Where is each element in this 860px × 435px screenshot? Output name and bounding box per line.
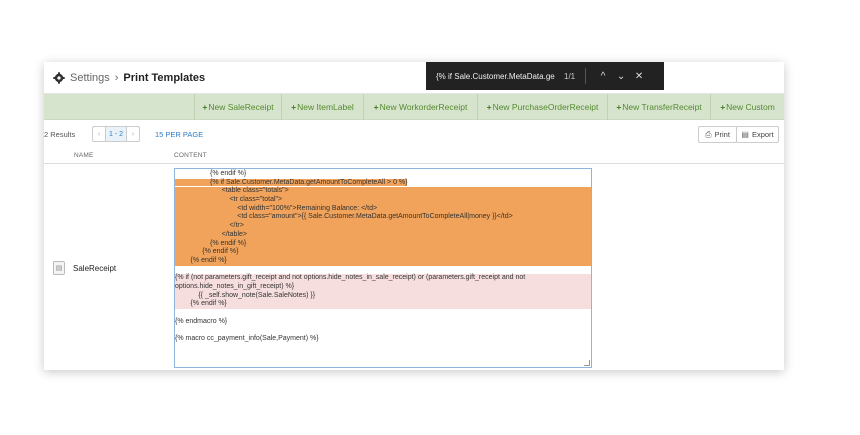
- plus-icon: +: [202, 102, 208, 112]
- editor-line: <td width="100%">Remaining Balance: </td…: [175, 204, 591, 214]
- table-header: NAME CONTENT: [44, 150, 784, 164]
- results-count: 2 Results: [44, 130, 76, 139]
- plus-icon: +: [720, 102, 726, 112]
- template-content-editor[interactable]: {% endif %} {% if Sale.Customer.MetaData…: [174, 168, 592, 368]
- plus-icon: +: [616, 102, 622, 112]
- editor-line: </table>: [175, 230, 591, 240]
- editor-line: {% if (not parameters.gift_receipt and n…: [175, 274, 591, 283]
- editor-line: {% endif %}: [175, 300, 591, 309]
- editor-line: <tr class="total">: [175, 196, 591, 205]
- chevron-down-icon[interactable]: ⌄: [612, 71, 630, 82]
- find-divider: [585, 68, 587, 84]
- printer-icon: ⎙: [705, 129, 712, 139]
- plus-icon: +: [291, 102, 297, 112]
- new-itemlabel-button[interactable]: + New ItemLabel: [281, 94, 363, 120]
- new-custom-button[interactable]: + New Custom: [710, 94, 784, 120]
- find-bar: {% if Sale.Customer.MetaData.ge 1/1 ^ ⌄ …: [426, 62, 664, 90]
- editor-line: <table class="totals">: [175, 187, 591, 197]
- action-label: New WorkorderReceipt: [379, 102, 468, 112]
- close-icon[interactable]: ✕: [630, 71, 648, 82]
- page-range[interactable]: 1 - 2: [105, 127, 127, 141]
- export-label: Export: [751, 130, 774, 139]
- editor-line: {% endif %}: [210, 170, 247, 177]
- export-button[interactable]: ▤ Export: [736, 126, 779, 143]
- action-label: New ItemLabel: [297, 102, 354, 112]
- gear-icon[interactable]: [53, 71, 65, 84]
- new-salereceipt-button[interactable]: + New SaleReceipt: [194, 94, 281, 120]
- document-icon: ▤: [741, 130, 749, 139]
- breadcrumb-settings[interactable]: Settings: [70, 72, 110, 84]
- table-row: ▤ SaleReceipt {% endif %} {% if Sale.Cus…: [44, 164, 784, 370]
- editor-line: {% macro cc_payment_info(Sale,Payment) %…: [175, 335, 319, 343]
- action-label: New Custom: [726, 102, 775, 112]
- new-template-bar: + New SaleReceipt + New ItemLabel + New Wor…: [44, 94, 784, 120]
- print-templates-window: Settings › Print Templates {% if Sale.Cu…: [44, 62, 784, 370]
- editor-line: {% endmacro %}: [175, 317, 228, 325]
- editor-line: {% endif %}: [175, 256, 591, 266]
- column-content[interactable]: CONTENT: [174, 152, 207, 159]
- editor-line: {{ _self.show_note(Sale.SaleNotes) }}: [175, 291, 591, 301]
- new-workorderreceipt-button[interactable]: + New WorkorderReceipt: [363, 94, 477, 120]
- editor-line: options.hide_notes_in_gift_receipt) %}: [175, 282, 591, 292]
- chevron-up-icon[interactable]: ^: [594, 71, 612, 82]
- print-button[interactable]: ⎙ Print: [698, 126, 737, 143]
- plus-icon: +: [486, 102, 492, 112]
- editor-line: <td class="amount">{{ Sale.Customer.Meta…: [175, 213, 591, 223]
- editor-line: {% endif %}: [175, 239, 591, 249]
- new-purchaseorderreceipt-button[interactable]: + New PurchaseOrderReceipt: [477, 94, 607, 120]
- pagination: ‹ 1 - 2 ›: [92, 126, 140, 142]
- find-match-count: 1/1: [564, 71, 576, 81]
- title-bar: Settings › Print Templates: [44, 62, 784, 94]
- action-label: New PurchaseOrderReceipt: [492, 102, 599, 112]
- action-label: New TransferReceipt: [622, 102, 702, 112]
- next-page-icon[interactable]: ›: [127, 127, 139, 141]
- editor-line: {% if Sale.Customer.MetaData.getAmountTo…: [175, 178, 591, 188]
- plus-icon: +: [373, 102, 379, 112]
- prev-page-icon[interactable]: ‹: [93, 127, 105, 141]
- breadcrumb-separator: ›: [114, 71, 119, 84]
- new-transferreceipt-button[interactable]: + New TransferReceipt: [607, 94, 710, 120]
- list-toolbar: 2 Results ‹ 1 - 2 › 15 PER PAGE ⎙ Print ▤…: [44, 120, 784, 150]
- resize-handle[interactable]: [584, 360, 590, 366]
- document-icon[interactable]: ▤: [53, 261, 65, 275]
- editor-line: {% endif %}: [175, 248, 591, 257]
- editor-line: </tr>: [175, 222, 591, 231]
- editor-lines: {% endif %} {% if Sale.Customer.MetaData…: [175, 170, 591, 344]
- per-page-select[interactable]: 15 PER PAGE: [155, 130, 203, 139]
- column-name[interactable]: NAME: [74, 152, 94, 159]
- find-query-input[interactable]: {% if Sale.Customer.MetaData.ge: [436, 72, 558, 81]
- print-label: Print: [714, 130, 730, 139]
- page-title: Print Templates: [123, 71, 206, 84]
- template-name[interactable]: SaleReceipt: [73, 264, 116, 273]
- action-label: New SaleReceipt: [208, 102, 274, 112]
